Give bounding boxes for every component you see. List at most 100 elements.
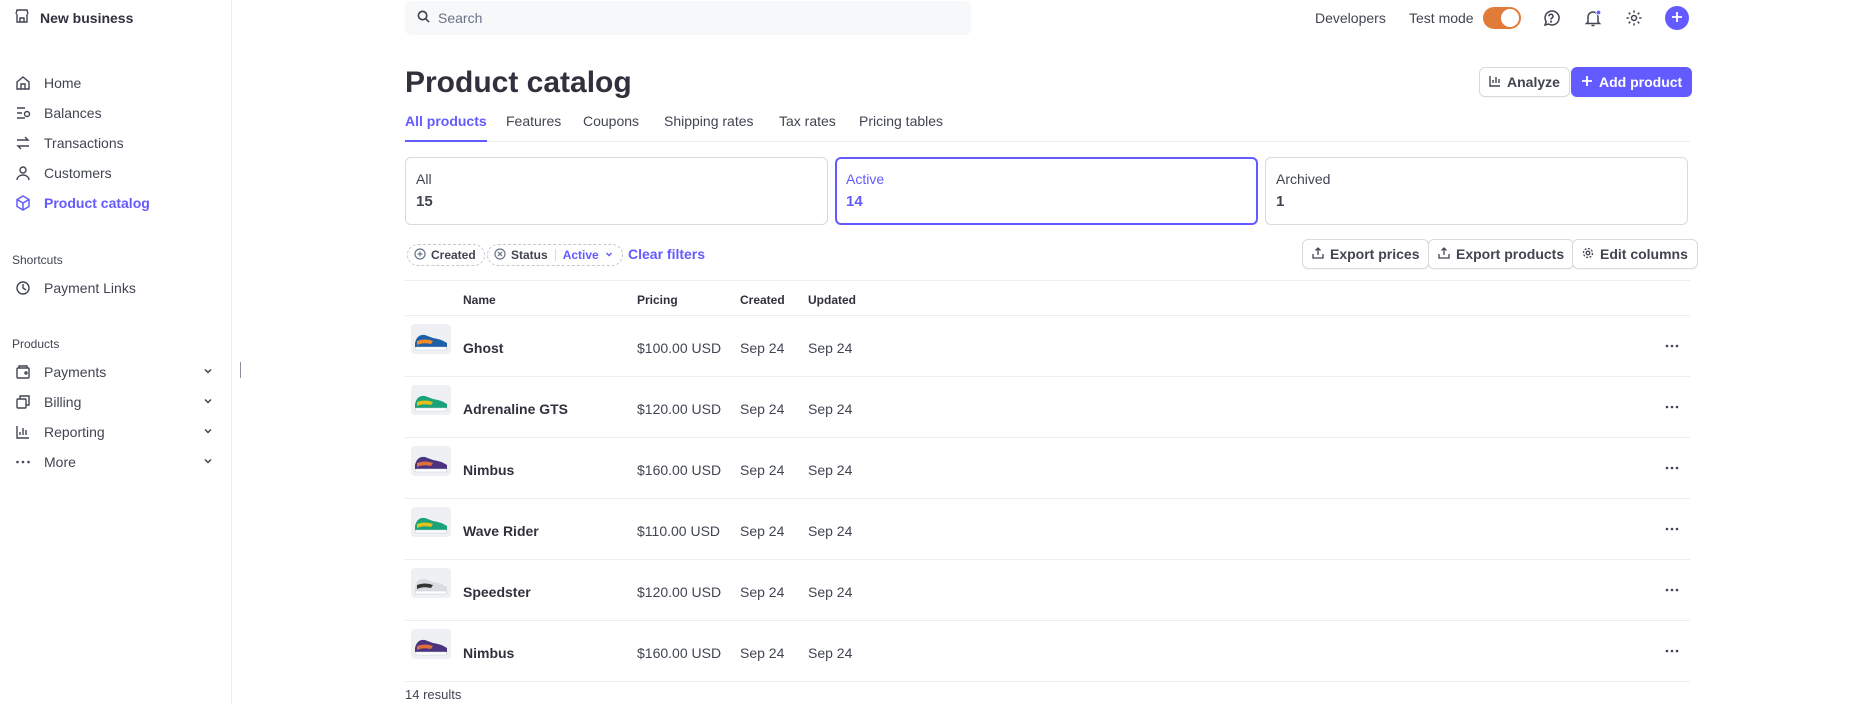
product-pricing: $160.00 USD <box>637 645 722 661</box>
tab-coupons[interactable]: Coupons <box>583 113 639 142</box>
plus-icon <box>1671 10 1683 26</box>
sidebar-item-reporting[interactable]: Reporting <box>14 421 214 443</box>
tab-shipping-rates[interactable]: Shipping rates <box>664 113 754 142</box>
search-input[interactable]: Search <box>405 1 971 35</box>
products-heading: Products <box>12 337 60 351</box>
status-card-archived[interactable]: Archived 1 <box>1265 157 1688 225</box>
status-card-all[interactable]: All 15 <box>405 157 828 225</box>
sidebar-item-label: Reporting <box>44 424 105 440</box>
filter-chip-status[interactable]: Status Active <box>487 244 623 266</box>
sidebar-resize-handle[interactable] <box>240 362 241 378</box>
analyze-button[interactable]: Analyze <box>1479 67 1570 97</box>
bar-chart-icon <box>1489 74 1501 90</box>
tab-tax-rates[interactable]: Tax rates <box>779 113 836 142</box>
sidebar-item-label: Product catalog <box>44 195 150 211</box>
sidebar-item-label: More <box>44 454 76 470</box>
add-circle-icon <box>414 247 426 263</box>
row-actions-icon[interactable] <box>1662 580 1682 600</box>
sidebar-item-billing[interactable]: Billing <box>14 391 214 413</box>
product-name[interactable]: Nimbus <box>463 645 514 661</box>
row-actions-icon[interactable] <box>1662 519 1682 539</box>
sidebar-item-balances[interactable]: Balances <box>14 102 214 124</box>
table-row[interactable]: Adrenaline GTS $120.00 USD Sep 24 Sep 24 <box>405 377 1690 438</box>
column-header-updated[interactable]: Updated <box>808 293 856 307</box>
product-thumbnail <box>411 629 451 659</box>
business-switcher[interactable]: New business <box>14 8 133 27</box>
column-header-name[interactable]: Name <box>463 293 496 307</box>
toggle-knob <box>1501 9 1519 27</box>
status-card-active[interactable]: Active 14 <box>835 157 1258 225</box>
shortcuts-heading: Shortcuts <box>12 253 63 267</box>
status-card-count: 1 <box>1276 193 1285 210</box>
search-icon <box>417 10 430 26</box>
table-row[interactable]: Ghost $100.00 USD Sep 24 Sep 24 <box>405 316 1690 377</box>
sidebar-item-more[interactable]: More <box>14 451 214 473</box>
export-prices-button[interactable]: Export prices <box>1302 239 1430 269</box>
remove-circle-icon[interactable] <box>494 247 506 263</box>
chevron-down-icon[interactable] <box>202 364 214 380</box>
export-products-label: Export products <box>1456 246 1565 262</box>
table-row[interactable]: Nimbus $160.00 USD Sep 24 Sep 24 <box>405 438 1690 499</box>
sidebar-item-payments[interactable]: Payments <box>14 361 214 383</box>
product-pricing: $100.00 USD <box>637 340 722 356</box>
sidebar-item-label: Transactions <box>44 135 124 151</box>
chip-divider <box>554 249 556 261</box>
shoe-icon <box>414 517 448 534</box>
product-created: Sep 24 <box>740 340 785 356</box>
product-name[interactable]: Wave Rider <box>463 523 539 539</box>
notifications-bell-icon[interactable] <box>1582 7 1604 29</box>
edit-columns-button[interactable]: Edit columns <box>1572 239 1698 269</box>
product-name[interactable]: Adrenaline GTS <box>463 401 568 417</box>
product-name[interactable]: Ghost <box>463 340 503 356</box>
clear-filters-link[interactable]: Clear filters <box>628 246 705 262</box>
table-row[interactable]: Speedster $120.00 USD Sep 24 Sep 24 <box>405 560 1690 621</box>
chevron-down-icon[interactable] <box>202 424 214 440</box>
sidebar-item-transactions[interactable]: Transactions <box>14 132 214 154</box>
column-header-pricing[interactable]: Pricing <box>637 293 678 307</box>
developers-link[interactable]: Developers <box>1315 10 1386 26</box>
test-mode-label: Test mode <box>1409 10 1474 26</box>
table-row[interactable]: Wave Rider $110.00 USD Sep 24 Sep 24 <box>405 499 1690 560</box>
test-mode-toggle[interactable] <box>1483 7 1521 29</box>
tab-all-products[interactable]: All products <box>405 113 487 142</box>
sidebar-item-product-catalog[interactable]: Product catalog <box>14 192 214 214</box>
page-title: Product catalog <box>405 66 632 99</box>
sidebar-item-label: Balances <box>44 105 102 121</box>
settings-gear-icon[interactable] <box>1623 7 1645 29</box>
tab-features[interactable]: Features <box>506 113 561 142</box>
product-created: Sep 24 <box>740 584 785 600</box>
filter-chip-created[interactable]: Created <box>407 244 485 266</box>
create-new-button[interactable] <box>1665 6 1689 30</box>
sidebar-item-payment-links[interactable]: Payment Links <box>14 277 214 299</box>
sidebar-item-label: Billing <box>44 394 82 410</box>
product-updated: Sep 24 <box>808 401 853 417</box>
product-updated: Sep 24 <box>808 523 853 539</box>
payments-icon <box>14 363 32 381</box>
row-actions-icon[interactable] <box>1662 458 1682 478</box>
chevron-down-icon[interactable] <box>202 454 214 470</box>
product-created: Sep 24 <box>740 645 785 661</box>
sidebar-item-customers[interactable]: Customers <box>14 162 214 184</box>
shoe-icon <box>414 395 448 412</box>
status-card-label: All <box>416 171 432 187</box>
product-name[interactable]: Speedster <box>463 584 531 600</box>
row-actions-icon[interactable] <box>1662 641 1682 661</box>
table-row[interactable]: Nimbus $160.00 USD Sep 24 Sep 24 <box>405 621 1690 682</box>
clock-icon <box>14 279 32 297</box>
export-products-button[interactable]: Export products <box>1428 239 1575 269</box>
product-updated: Sep 24 <box>808 584 853 600</box>
column-header-created[interactable]: Created <box>740 293 785 307</box>
row-actions-icon[interactable] <box>1662 336 1682 356</box>
sidebar-item-home[interactable]: Home <box>14 72 214 94</box>
tab-pricing-tables[interactable]: Pricing tables <box>859 113 943 142</box>
balances-icon <box>14 104 32 122</box>
add-product-button[interactable]: Add product <box>1571 67 1693 97</box>
row-actions-icon[interactable] <box>1662 397 1682 417</box>
product-thumbnail <box>411 568 451 598</box>
product-thumbnail <box>411 446 451 476</box>
help-icon[interactable] <box>1540 7 1562 29</box>
customers-icon <box>14 164 32 182</box>
product-name[interactable]: Nimbus <box>463 462 514 478</box>
chevron-down-icon <box>604 248 614 262</box>
chevron-down-icon[interactable] <box>202 394 214 410</box>
